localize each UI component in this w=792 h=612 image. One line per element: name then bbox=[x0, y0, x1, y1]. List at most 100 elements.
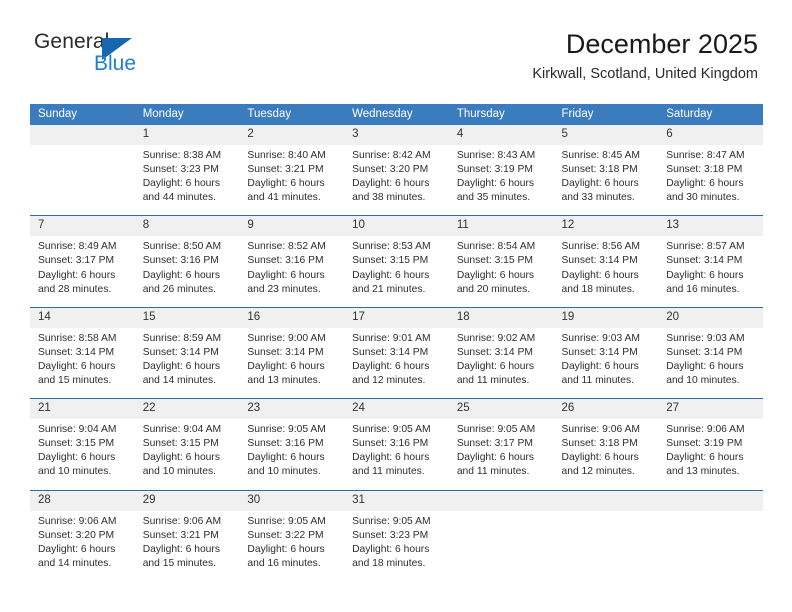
info-line-sunset: Sunset: 3:21 PM bbox=[142, 529, 219, 541]
info-line-sunset: Sunset: 3:14 PM bbox=[666, 346, 743, 358]
calendar-day-cell[interactable]: 6 Sunrise: 8:47 AM Sunset: 3:18 PM Daylight… bbox=[658, 125, 763, 216]
info-line-daylight2: and 13 minutes. bbox=[247, 375, 321, 387]
weekday-header-tuesday: Tuesday bbox=[239, 104, 345, 125]
info-line-sunrise: Sunrise: 8:57 AM bbox=[666, 241, 745, 253]
calendar-day-cell[interactable]: 19 Sunrise: 9:03 AM Sunset: 3:14 PM Dayligh… bbox=[553, 306, 659, 399]
info-line-daylight1: Daylight: 6 hours bbox=[352, 452, 430, 464]
calendar-day-cell[interactable]: 5 Sunrise: 8:45 AM Sunset: 3:18 PM Daylight… bbox=[553, 125, 659, 216]
calendar-day-cell[interactable]: 23 Sunrise: 9:05 AM Sunset: 3:16 PM Dayligh… bbox=[239, 398, 345, 490]
info-line-daylight2: and 16 minutes. bbox=[666, 283, 740, 295]
info-line-daylight1: Daylight: 6 hours bbox=[456, 269, 535, 281]
calendar-day-cell[interactable]: 13 Sunrise: 8:57 AM Sunset: 3:14 PM Dayligh… bbox=[658, 215, 763, 308]
info-line-sunset: Sunset: 3:23 PM bbox=[142, 164, 219, 176]
info-line-sunrise: Sunrise: 9:02 AM bbox=[456, 332, 536, 344]
calendar-day-cell[interactable]: 15 Sunrise: 8:59 AM Sunset: 3:14 PM Dayligh… bbox=[134, 306, 240, 399]
day-number: 16 bbox=[239, 307, 345, 328]
day-sun-info: Sunrise: 9:06 AM Sunset: 3:20 PM Daylight:… bbox=[30, 511, 135, 581]
weekday-header-sunday: Sunday bbox=[30, 104, 135, 125]
calendar-day-cell[interactable]: 18 Sunrise: 9:02 AM Sunset: 3:14 PM Dayligh… bbox=[448, 306, 554, 399]
calendar-day-cell[interactable]: 27 Sunrise: 9:06 AM Sunset: 3:19 PM Dayligh… bbox=[658, 398, 763, 490]
info-line-daylight2: and 26 minutes. bbox=[142, 283, 216, 295]
day-number: 11 bbox=[448, 216, 554, 237]
day-number: 18 bbox=[448, 307, 554, 328]
info-line-sunset: Sunset: 3:14 PM bbox=[142, 346, 219, 358]
general-blue-logo[interactable]: General Blue bbox=[34, 30, 154, 78]
info-line-daylight2: and 18 minutes. bbox=[561, 283, 635, 295]
day-number: 3 bbox=[344, 125, 449, 145]
info-line-sunrise: Sunrise: 9:00 AM bbox=[247, 332, 326, 344]
day-sun-info: Sunrise: 9:04 AM Sunset: 3:15 PM Daylight:… bbox=[30, 419, 135, 489]
calendar-table: Sunday Monday Tuesday Wednesday Thursday… bbox=[30, 104, 763, 581]
calendar-day-cell[interactable]: 9 Sunrise: 8:52 AM Sunset: 3:16 PM Daylight… bbox=[239, 215, 345, 308]
day-sun-info: Sunrise: 8:42 AM Sunset: 3:20 PM Daylight:… bbox=[344, 145, 449, 215]
calendar-day-cell[interactable]: 28 Sunrise: 9:06 AM Sunset: 3:20 PM Dayligh… bbox=[30, 489, 135, 581]
calendar-day-cell[interactable]: 21 Sunrise: 9:04 AM Sunset: 3:15 PM Dayligh… bbox=[30, 398, 135, 490]
day-number: 2 bbox=[239, 125, 345, 145]
info-line-sunset: Sunset: 3:14 PM bbox=[247, 346, 324, 358]
info-line-sunset: Sunset: 3:14 PM bbox=[456, 346, 533, 358]
info-line-sunset: Sunset: 3:14 PM bbox=[561, 255, 638, 267]
day-number: 31 bbox=[344, 490, 449, 511]
calendar-day-cell[interactable]: 2 Sunrise: 8:40 AM Sunset: 3:21 PM Daylight… bbox=[239, 125, 345, 216]
calendar-week-row: 14 Sunrise: 8:58 AM Sunset: 3:14 PM Dayligh… bbox=[30, 306, 763, 399]
weekday-header-thursday: Thursday bbox=[448, 104, 554, 125]
info-line-sunset: Sunset: 3:23 PM bbox=[352, 529, 429, 541]
calendar-day-cell[interactable]: 16 Sunrise: 9:00 AM Sunset: 3:14 PM Dayligh… bbox=[239, 306, 345, 399]
calendar-day-cell[interactable]: 14 Sunrise: 8:58 AM Sunset: 3:14 PM Dayligh… bbox=[30, 306, 135, 399]
calendar-day-cell[interactable]: 26 Sunrise: 9:06 AM Sunset: 3:18 PM Dayligh… bbox=[553, 398, 659, 490]
day-sun-info: Sunrise: 8:53 AM Sunset: 3:15 PM Daylight:… bbox=[344, 236, 449, 306]
info-line-sunrise: Sunrise: 9:05 AM bbox=[247, 424, 326, 436]
info-line-sunrise: Sunrise: 8:58 AM bbox=[38, 332, 117, 344]
calendar-day-cell[interactable]: 1 Sunrise: 8:38 AM Sunset: 3:23 PM Daylight… bbox=[134, 125, 240, 216]
weekday-header-friday: Friday bbox=[553, 104, 659, 125]
calendar-day-cell[interactable]: 25 Sunrise: 9:05 AM Sunset: 3:17 PM Dayligh… bbox=[448, 398, 554, 490]
info-line-daylight2: and 10 minutes. bbox=[666, 375, 740, 387]
calendar-day-cell[interactable]: 29 Sunrise: 9:06 AM Sunset: 3:21 PM Dayligh… bbox=[134, 489, 240, 581]
day-number: 21 bbox=[30, 399, 135, 420]
info-line-sunrise: Sunrise: 8:47 AM bbox=[666, 150, 745, 161]
calendar-day-cell[interactable]: 7 Sunrise: 8:49 AM Sunset: 3:17 PM Daylight… bbox=[30, 215, 135, 308]
info-line-daylight1: Daylight: 6 hours bbox=[142, 178, 220, 190]
day-sun-info: Sunrise: 8:56 AM Sunset: 3:14 PM Daylight:… bbox=[554, 236, 659, 306]
info-line-daylight1: Daylight: 6 hours bbox=[247, 543, 325, 555]
info-line-daylight1: Daylight: 6 hours bbox=[142, 543, 220, 555]
info-line-daylight2: and 30 minutes. bbox=[666, 192, 740, 204]
day-number: 30 bbox=[239, 490, 345, 511]
calendar-day-cell[interactable]: 22 Sunrise: 9:04 AM Sunset: 3:15 PM Dayligh… bbox=[134, 398, 240, 490]
day-sun-info: Sunrise: 9:05 AM Sunset: 3:16 PM Daylight:… bbox=[344, 419, 449, 489]
calendar-day-cell[interactable]: 4 Sunrise: 8:43 AM Sunset: 3:19 PM Daylight… bbox=[448, 125, 554, 216]
info-line-daylight2: and 38 minutes. bbox=[352, 192, 426, 204]
calendar-day-cell[interactable]: 30 Sunrise: 9:05 AM Sunset: 3:22 PM Dayligh… bbox=[239, 489, 345, 581]
info-line-daylight2: and 10 minutes. bbox=[38, 466, 112, 478]
info-line-sunset: Sunset: 3:21 PM bbox=[247, 164, 324, 176]
calendar-day-cell[interactable]: 12 Sunrise: 8:56 AM Sunset: 3:14 PM Dayligh… bbox=[553, 215, 659, 308]
info-line-sunrise: Sunrise: 9:03 AM bbox=[666, 332, 745, 344]
title-block: December 2025 Kirkwall, Scotland, United… bbox=[532, 28, 758, 84]
info-line-daylight2: and 15 minutes. bbox=[38, 375, 112, 387]
info-line-daylight1: Daylight: 6 hours bbox=[666, 452, 744, 464]
info-line-daylight2: and 13 minutes. bbox=[666, 466, 740, 478]
day-sun-info: Sunrise: 9:03 AM Sunset: 3:14 PM Daylight:… bbox=[658, 328, 763, 398]
page-title: December 2025 bbox=[565, 29, 758, 59]
calendar-week-row: 7 Sunrise: 8:49 AM Sunset: 3:17 PM Daylight… bbox=[30, 215, 763, 308]
day-number bbox=[448, 490, 554, 511]
day-sun-info: Sunrise: 9:06 AM Sunset: 3:18 PM Daylight:… bbox=[554, 419, 659, 489]
info-line-daylight1: Daylight: 6 hours bbox=[561, 178, 639, 190]
calendar-day-cell[interactable]: 20 Sunrise: 9:03 AM Sunset: 3:14 PM Dayligh… bbox=[658, 306, 763, 399]
calendar-day-cell[interactable]: 17 Sunrise: 9:01 AM Sunset: 3:14 PM Dayligh… bbox=[344, 306, 449, 399]
info-line-daylight2: and 14 minutes. bbox=[142, 375, 216, 387]
day-number: 24 bbox=[344, 399, 449, 420]
info-line-daylight1: Daylight: 6 hours bbox=[666, 360, 744, 372]
info-line-sunset: Sunset: 3:15 PM bbox=[38, 438, 115, 450]
calendar-day-cell[interactable]: 3 Sunrise: 8:42 AM Sunset: 3:20 PM Daylight… bbox=[344, 125, 449, 216]
day-sun-info: Sunrise: 8:57 AM Sunset: 3:14 PM Daylight:… bbox=[658, 236, 763, 306]
day-number: 17 bbox=[344, 307, 449, 328]
info-line-daylight2: and 10 minutes. bbox=[247, 466, 321, 478]
calendar-day-cell[interactable]: 31 Sunrise: 9:05 AM Sunset: 3:23 PM Dayligh… bbox=[344, 489, 449, 581]
calendar-day-cell[interactable]: 10 Sunrise: 8:53 AM Sunset: 3:15 PM Dayligh… bbox=[344, 215, 449, 308]
calendar-day-cell[interactable]: 8 Sunrise: 8:50 AM Sunset: 3:16 PM Daylight… bbox=[134, 215, 240, 308]
calendar-day-cell[interactable]: 11 Sunrise: 8:54 AM Sunset: 3:15 PM Dayligh… bbox=[448, 215, 554, 308]
day-number: 9 bbox=[239, 216, 345, 237]
calendar-day-cell[interactable]: 24 Sunrise: 9:05 AM Sunset: 3:16 PM Dayligh… bbox=[344, 398, 449, 490]
info-line-daylight1: Daylight: 6 hours bbox=[352, 543, 430, 555]
